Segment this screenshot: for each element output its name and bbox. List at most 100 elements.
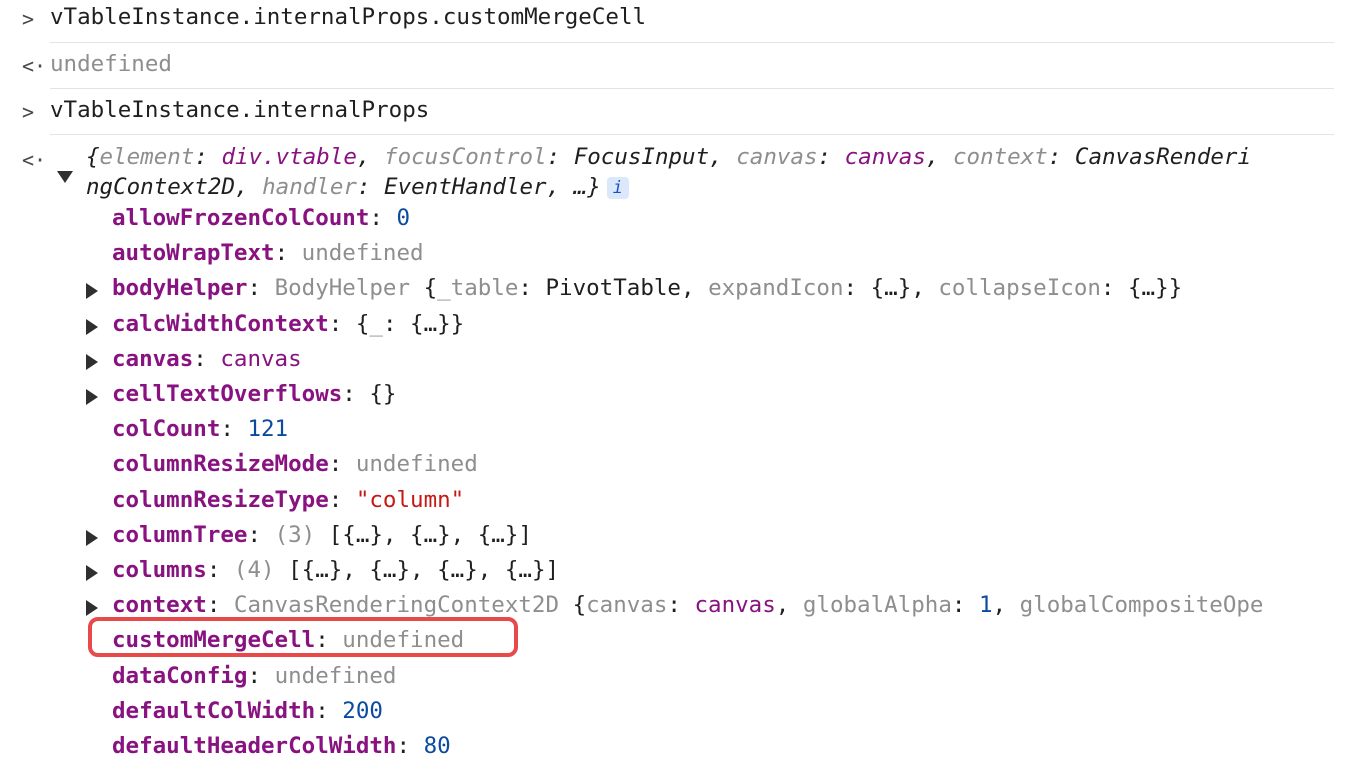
console-output-value: undefined [50, 51, 172, 77]
prompt-chevron-icon: > [22, 100, 35, 124]
property-colon: : [247, 522, 275, 548]
property-key: columns [112, 557, 207, 583]
value-token: : {…}} [382, 311, 465, 337]
value-token: undefined [301, 240, 424, 266]
property-row[interactable]: colCount: 121 [112, 416, 288, 442]
property-colon: : [193, 346, 221, 372]
property-key: dataConfig [112, 663, 248, 689]
object-summary-line-1[interactable]: {element: div.vtable, focusControl: Focu… [86, 144, 1358, 170]
expand-triangle-icon[interactable] [57, 171, 73, 183]
value-token: : [194, 144, 222, 170]
value-token: , [235, 174, 263, 200]
result-arrow-icon: <· [22, 54, 47, 78]
property-key: autoWrapText [112, 240, 275, 266]
value-token: "column" [355, 487, 465, 513]
expand-triangle-icon[interactable] [86, 565, 98, 581]
value-token: : [817, 144, 845, 170]
property-row[interactable]: calcWidthContext: {_: {…}} [112, 311, 464, 337]
value-token: _ [369, 311, 383, 337]
value-token: : [1047, 144, 1075, 170]
value-token: , [680, 275, 709, 301]
value-token: canvas [844, 144, 926, 170]
expand-triangle-icon[interactable] [86, 389, 98, 405]
value-token: focusControl [384, 144, 547, 170]
value-token: canvas [586, 592, 668, 618]
value-token: , …} [546, 174, 601, 200]
value-token: { [572, 592, 587, 618]
property-colon: : [247, 275, 275, 301]
object-summary-line-2[interactable]: ngContext2D, handler: EventHandler, …} i [86, 174, 1358, 200]
property-colon: : [247, 663, 275, 689]
value-token: , [775, 592, 803, 618]
property-colon: : [328, 451, 356, 477]
property-key: calcWidthContext [112, 311, 329, 337]
property-row[interactable]: dataConfig: undefined [112, 663, 396, 689]
value-token: expandIcon [708, 275, 844, 301]
console-input-line[interactable]: vTableInstance.internalProps [50, 97, 429, 123]
value-token: , [925, 144, 953, 170]
value-token: undefined [274, 663, 397, 689]
result-arrow-icon: <· [22, 148, 47, 172]
value-token: CanvasRenderi [1074, 144, 1252, 170]
expand-triangle-icon[interactable] [86, 354, 98, 370]
console-input-line[interactable]: vTableInstance.internalProps.customMerge… [50, 4, 646, 30]
property-colon: : [274, 240, 302, 266]
property-key: cellTextOverflows [112, 381, 343, 407]
value-token: globalCompositeOpe [1019, 592, 1264, 618]
value-token: , [709, 144, 737, 170]
property-colon: : [369, 205, 397, 231]
expand-triangle-icon[interactable] [86, 600, 98, 616]
entry-separator [50, 88, 1334, 89]
value-token: EventHandler [384, 174, 547, 200]
value-token: element [99, 144, 195, 170]
value-token: {} [369, 381, 397, 407]
value-token: canvas [694, 592, 776, 618]
expand-triangle-icon[interactable] [86, 283, 98, 299]
value-token: undefined [355, 451, 478, 477]
property-colon: : [396, 733, 424, 759]
expand-triangle-icon[interactable] [86, 319, 98, 335]
value-token: handler [262, 174, 357, 200]
property-colon: : [220, 416, 248, 442]
property-row[interactable]: defaultHeaderColWidth: 80 [112, 733, 451, 759]
property-row[interactable]: canvas: canvas [112, 346, 302, 372]
property-key: context [112, 592, 207, 618]
value-token: 200 [342, 698, 383, 724]
value-token: : [518, 275, 546, 301]
property-colon: : [206, 557, 234, 583]
property-key: colCount [112, 416, 221, 442]
value-token: PivotTable [545, 275, 681, 301]
property-row[interactable]: columnTree: (3) [{…}, {…}, {…}] [112, 522, 532, 548]
property-row[interactable]: autoWrapText: undefined [112, 240, 424, 266]
value-token: : [951, 592, 979, 618]
value-token: context [953, 144, 1048, 170]
value-token: [{…}, {…}, {…}, {…}] [288, 557, 560, 583]
value-token: (4) [233, 557, 289, 583]
value-token: 121 [247, 416, 289, 442]
value-token: 1 [978, 592, 993, 618]
highlight-box [88, 617, 518, 657]
property-row[interactable]: cellTextOverflows: {} [112, 381, 396, 407]
value-token: : {…}} [1100, 275, 1183, 301]
value-token: FocusInput [573, 144, 710, 170]
property-key: allowFrozenColCount [112, 205, 370, 231]
property-row[interactable]: columnResizeMode: undefined [112, 451, 478, 477]
property-row[interactable]: columnResizeType: "column" [112, 487, 464, 513]
value-token: : [667, 592, 695, 618]
value-token: : {…}, [843, 275, 939, 301]
property-row[interactable]: context: CanvasRenderingContext2D {canva… [112, 592, 1263, 618]
property-key: defaultHeaderColWidth [112, 733, 397, 759]
property-row[interactable]: allowFrozenColCount: 0 [112, 205, 410, 231]
property-row[interactable]: defaultColWidth: 200 [112, 698, 383, 724]
value-token: , [356, 144, 385, 170]
property-row[interactable]: bodyHelper: BodyHelper {_table: PivotTab… [112, 275, 1182, 301]
expand-triangle-icon[interactable] [86, 530, 98, 546]
value-token: [{…}, {…}, {…}] [328, 522, 532, 548]
property-key: columnResizeMode [112, 451, 329, 477]
property-row[interactable]: columns: (4) [{…}, {…}, {…}, {…}] [112, 557, 559, 583]
property-key: canvas [112, 346, 194, 372]
property-key: columnResizeType [112, 487, 329, 513]
value-token: , [992, 592, 1020, 618]
value-token: canvas [736, 144, 818, 170]
info-icon[interactable]: i [606, 176, 629, 199]
